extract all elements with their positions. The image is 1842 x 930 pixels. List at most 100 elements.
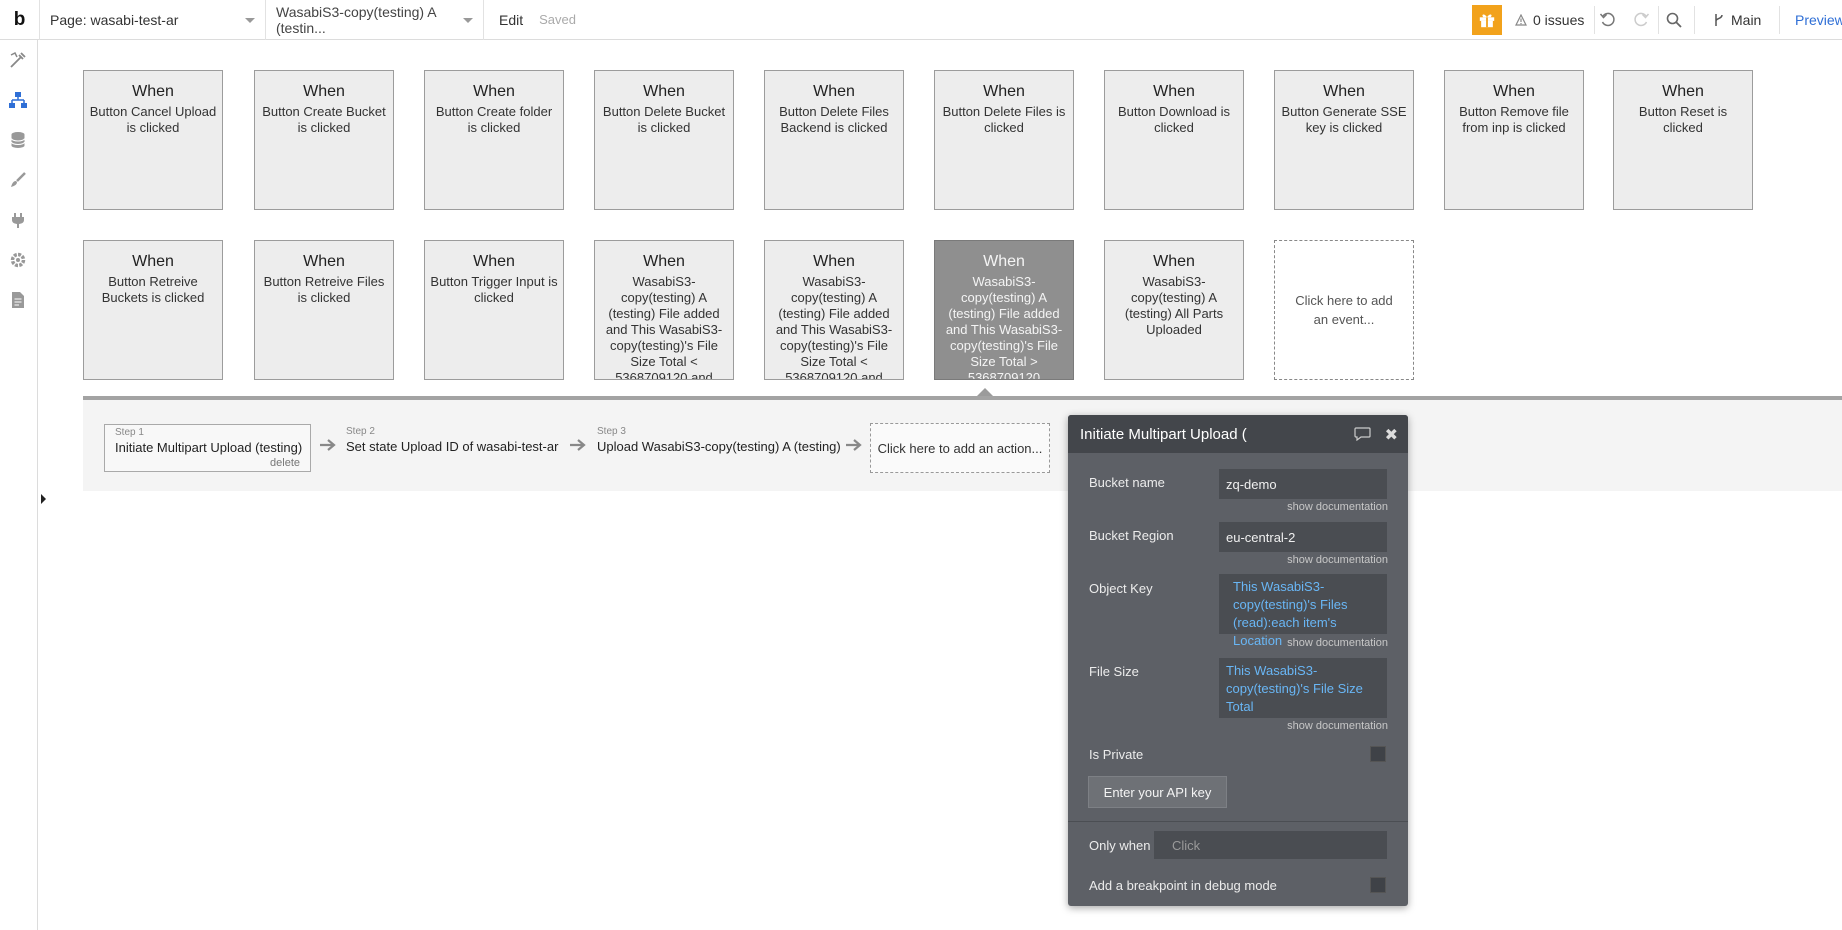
event-when: When xyxy=(132,83,174,100)
step-number: Step 3 xyxy=(597,426,626,437)
logs-tab[interactable] xyxy=(8,290,28,310)
panel-divider xyxy=(1068,821,1408,822)
event-card[interactable]: When Button Generate SSE key is clicked xyxy=(1274,70,1414,210)
event-card[interactable]: When WasabiS3-copy(testing) A (testing) … xyxy=(594,240,734,380)
add-event-button[interactable]: Click here to add an event... xyxy=(1274,240,1414,380)
panel-title: Initiate Multipart Upload ( xyxy=(1080,425,1247,443)
warning-icon xyxy=(1515,14,1527,26)
event-card[interactable]: When Button Reset is clicked xyxy=(1613,70,1753,210)
event-description: Button Download is clicked xyxy=(1117,104,1230,135)
delete-step-link[interactable]: delete xyxy=(270,457,300,469)
only-when-input[interactable]: Click xyxy=(1154,831,1387,859)
workflow-tab[interactable] xyxy=(8,90,28,110)
undo-button[interactable] xyxy=(1598,10,1618,30)
event-when: When xyxy=(132,253,174,270)
event-description: WasabiS3-copy(testing) A (testing) All P… xyxy=(1124,274,1224,337)
breakpoint-checkbox[interactable] xyxy=(1370,877,1386,893)
workflow-actions-bar: Step 1 Initiate Multipart Upload (testin… xyxy=(83,396,1842,491)
edit-menu[interactable]: Edit xyxy=(499,12,523,28)
event-description: Button Delete Files Backend is clicked xyxy=(779,104,889,135)
branch-label: Main xyxy=(1731,12,1762,28)
workflow-step-2[interactable]: Step 2 Set state Upload ID of wasabi-tes… xyxy=(346,424,558,472)
plugins-tab[interactable] xyxy=(8,210,28,230)
enter-api-key-button[interactable]: Enter your API key xyxy=(1088,776,1227,808)
bucket-region-input[interactable]: eu-central-2 xyxy=(1219,522,1387,552)
step-label: Upload WasabiS3-copy(testing) A (testing… xyxy=(597,439,841,454)
event-description: Button Create folder is clicked xyxy=(435,104,553,135)
add-action-button[interactable]: Click here to add an action... xyxy=(870,423,1050,473)
event-card[interactable]: When Button Delete Bucket is clicked xyxy=(594,70,734,210)
event-description: Button Reset is clicked xyxy=(1638,104,1728,135)
settings-tab[interactable] xyxy=(8,250,28,270)
step-number: Step 2 xyxy=(346,426,375,437)
event-card[interactable]: When Button Trigger Input is clicked xyxy=(424,240,564,380)
event-card[interactable]: When Button Cancel Upload is clicked xyxy=(83,70,223,210)
element-selector-dropdown[interactable]: WasabiS3-copy(testing) A (testin... xyxy=(266,0,484,40)
gift-button[interactable] xyxy=(1472,5,1502,35)
left-sidebar xyxy=(0,40,38,930)
step-number: Step 1 xyxy=(115,427,144,438)
workflow-icon xyxy=(9,92,27,108)
branch-selector[interactable]: Main xyxy=(1713,0,1761,40)
event-card[interactable]: When WasabiS3-copy(testing) A (testing) … xyxy=(1104,240,1244,380)
search-button[interactable] xyxy=(1664,10,1684,30)
event-card[interactable]: When Button Retreive Files is clicked xyxy=(254,240,394,380)
show-documentation-link[interactable]: show documentation xyxy=(1287,720,1388,732)
issues-indicator[interactable]: 0 issues xyxy=(1515,0,1584,40)
show-documentation-link[interactable]: show documentation xyxy=(1287,501,1388,513)
file-size-expression[interactable]: This WasabiS3-copy(testing)'s File Size … xyxy=(1219,658,1387,718)
event-description: Button Retreive Files is clicked xyxy=(263,274,385,305)
bubble-logo[interactable]: b xyxy=(0,0,40,40)
toolbar-divider xyxy=(1658,6,1659,34)
bucket-name-label: Bucket name xyxy=(1089,475,1165,490)
event-when: When xyxy=(1323,83,1365,100)
event-card[interactable]: When Button Delete Files Backend is clic… xyxy=(764,70,904,210)
event-card[interactable]: When Button Create Bucket is clicked xyxy=(254,70,394,210)
preview-link[interactable]: Preview xyxy=(1795,0,1842,40)
object-key-expression[interactable]: This WasabiS3-copy(testing)'s Files (rea… xyxy=(1219,574,1387,648)
gear-icon xyxy=(10,252,26,268)
event-card-selected[interactable]: When WasabiS3-copy(testing) A (testing) … xyxy=(934,240,1074,380)
design-icon xyxy=(10,51,26,68)
redo-button[interactable] xyxy=(1631,10,1651,30)
event-card[interactable]: When Button Download is clicked xyxy=(1104,70,1244,210)
event-when: When xyxy=(473,83,515,100)
event-when: When xyxy=(1662,83,1704,100)
event-when: When xyxy=(473,253,515,270)
page-selector-label: Page: wasabi-test-ar xyxy=(50,11,179,28)
expand-sidebar-arrow-icon[interactable] xyxy=(41,494,46,504)
gift-icon xyxy=(1479,14,1495,28)
event-description: Button Cancel Upload is clicked xyxy=(89,104,217,135)
chevron-down-icon xyxy=(463,17,473,23)
breakpoint-label: Add a breakpoint in debug mode xyxy=(1089,878,1277,893)
workflow-step-3[interactable]: Step 3 Upload WasabiS3-copy(testing) A (… xyxy=(597,424,841,472)
event-card[interactable]: When Button Delete Files is clicked xyxy=(934,70,1074,210)
selected-event-pointer-icon xyxy=(977,388,993,396)
event-description: WasabiS3-copy(testing) A (testing) File … xyxy=(945,274,1063,380)
event-when: When xyxy=(813,253,855,270)
styles-tab[interactable] xyxy=(8,170,28,190)
event-card[interactable]: When WasabiS3-copy(testing) A (testing) … xyxy=(764,240,904,380)
document-icon xyxy=(12,292,24,308)
event-when: When xyxy=(303,253,345,270)
page-selector-dropdown[interactable]: Page: wasabi-test-ar xyxy=(40,0,266,40)
data-tab[interactable] xyxy=(8,130,28,150)
bucket-name-input[interactable]: zq-demo xyxy=(1219,469,1387,499)
comment-icon[interactable] xyxy=(1354,427,1371,441)
is-private-checkbox[interactable] xyxy=(1370,746,1386,762)
event-card[interactable]: When Button Create folder is clicked xyxy=(424,70,564,210)
event-card[interactable]: When Button Remove file from inp is clic… xyxy=(1444,70,1584,210)
bucket-region-label: Bucket Region xyxy=(1089,528,1174,543)
branch-icon xyxy=(1715,14,1723,26)
show-documentation-link[interactable]: show documentation xyxy=(1287,554,1388,566)
design-tab[interactable] xyxy=(8,50,28,70)
chevron-down-icon xyxy=(245,17,255,23)
event-card[interactable]: When Button Retreive Buckets is clicked xyxy=(83,240,223,380)
close-icon[interactable]: ✖ xyxy=(1385,425,1398,445)
issues-count: 0 issues xyxy=(1533,12,1585,28)
workflow-step-1[interactable]: Step 1 Initiate Multipart Upload (testin… xyxy=(104,424,311,472)
show-documentation-link[interactable]: show documentation xyxy=(1287,637,1388,649)
event-when: When xyxy=(813,83,855,100)
event-when: When xyxy=(643,253,685,270)
event-when: When xyxy=(983,253,1025,270)
